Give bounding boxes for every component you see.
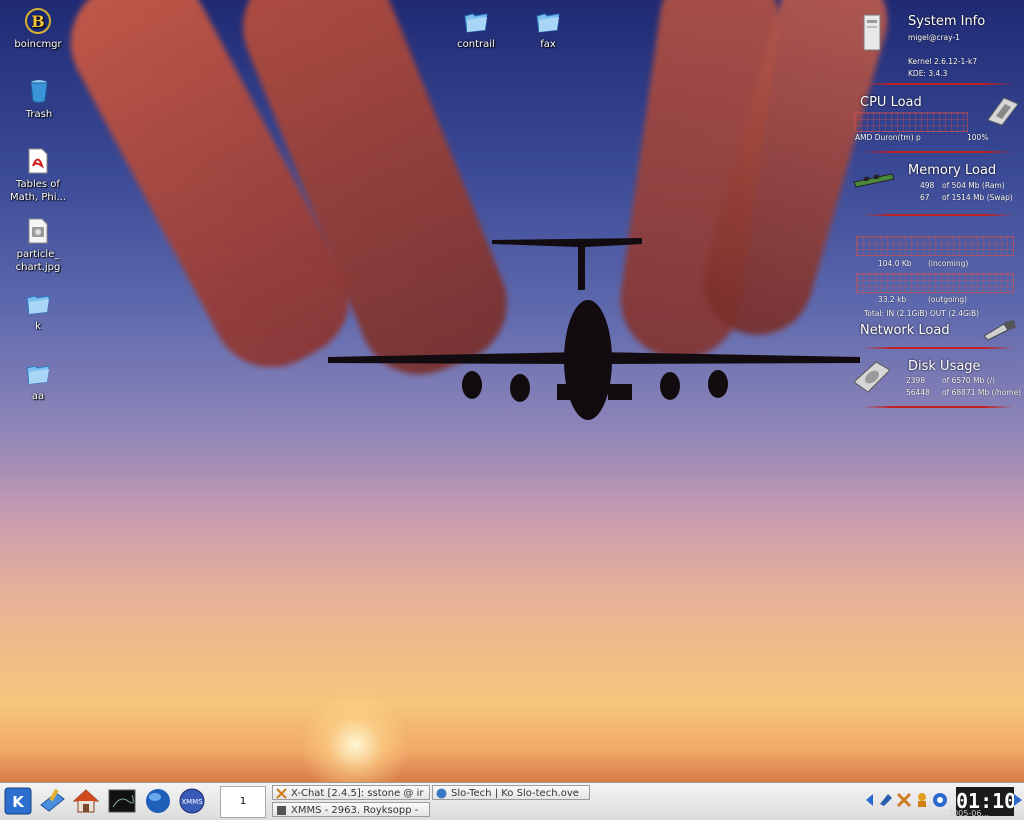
desktop-icon-label: k: [35, 321, 41, 332]
sysinfo-user: migel@cray-1: [908, 33, 960, 42]
task-label: Slo-Tech | Ko Slo-tech.ove: [451, 788, 579, 799]
klipper-icon[interactable]: [878, 792, 894, 808]
network-incoming-graph: [856, 236, 1014, 256]
memory-module-icon: [853, 173, 895, 188]
task-slotech[interactable]: Slo-Tech | Ko Slo-tech.ove: [432, 785, 590, 800]
svg-text:K: K: [12, 793, 25, 811]
task-label: X-Chat [2.4.5]: sstone @ ir: [291, 788, 424, 799]
network-plug-icon: [983, 320, 1016, 341]
desktop-icon-folder-contrail[interactable]: contrail: [440, 8, 512, 51]
disk-home-used: 56448: [906, 388, 930, 397]
boinc-icon: B: [25, 8, 51, 34]
cpu-chip-icon: [987, 97, 1019, 126]
airplane-silhouette: [328, 238, 860, 420]
desktop-pager[interactable]: 1: [220, 786, 266, 818]
kde-taskbar: K XMMS 1 X-Chat [2.4.5]: sstone @ ir Slo…: [0, 782, 1024, 820]
hard-disk-icon: [853, 361, 891, 393]
web-browser-icon[interactable]: [144, 787, 172, 815]
divider: [862, 406, 1014, 408]
desktop-icon-label: Trash: [25, 109, 53, 120]
xchat-icon: [276, 788, 287, 799]
folder-icon: [26, 295, 50, 315]
desktop-icon-folder-aa[interactable]: aa: [2, 360, 74, 403]
folder-icon: [464, 13, 488, 33]
home-icon[interactable]: [72, 787, 100, 815]
divider: [862, 347, 1014, 349]
desktop-icon-particle-chart[interactable]: particle_ chart.jpg: [2, 218, 74, 274]
memory-swap-used: 67: [920, 193, 930, 202]
cpu-load-graph: [854, 112, 968, 132]
memory-swap-total: of 1514 Mb (Swap): [942, 193, 1013, 202]
sysinfo-kde: KDE: 3.4.3: [908, 69, 948, 78]
cpu-title: CPU Load: [860, 95, 922, 110]
network-title: Network Load: [860, 323, 950, 338]
task-xchat[interactable]: X-Chat [2.4.5]: sstone @ ir: [272, 785, 430, 800]
disk-root-total: of 6570 Mb (/): [942, 376, 996, 385]
kde-menu-icon[interactable]: K: [4, 787, 32, 815]
desktop-icon-label: particle_ chart.jpg: [15, 249, 61, 273]
desktop-icon-label: fax: [540, 39, 556, 50]
folder-icon: [536, 13, 560, 33]
terminal-icon[interactable]: [108, 787, 136, 815]
clock-date: 2005-06...: [948, 809, 990, 818]
computer-tower-icon: [863, 14, 881, 51]
task-xmms[interactable]: XMMS - 2963. Royksopp -: [272, 802, 430, 817]
task-label: XMMS - 2963. Royksopp -: [291, 805, 419, 816]
desktop-icon-tables-pdf[interactable]: Tables of Math, Phi...: [2, 148, 74, 204]
folder-icon: [26, 365, 50, 385]
net-incoming-value: 104.0 Kb: [878, 259, 912, 268]
net-incoming-label: (incoming): [928, 259, 969, 268]
memory-ram-used: 498: [920, 181, 935, 190]
desktop-icon-folder-fax[interactable]: fax: [512, 8, 584, 51]
desktop-wallpaper: B boincmgr Trash Tables of Math, Phi... …: [0, 0, 1024, 782]
net-outgoing-value: 33.2 kb: [878, 295, 907, 304]
desktop-icon-boincmgr[interactable]: B boincmgr: [2, 8, 74, 51]
svg-text:B: B: [31, 12, 45, 31]
desktop-icon-label: boincmgr: [14, 39, 62, 50]
svg-text:XMMS: XMMS: [181, 798, 203, 806]
xmms-icon[interactable]: XMMS: [178, 787, 206, 815]
desktop-icon-label: Tables of Math, Phi...: [9, 179, 67, 203]
right-arrow-icon[interactable]: [1012, 792, 1024, 808]
network-tray-icon[interactable]: [932, 792, 948, 808]
desktop-icon-folder-k[interactable]: k: [2, 290, 74, 333]
net-totals: Total: IN (2.1GiB) OUT (2.4GiB): [864, 309, 980, 318]
net-outgoing-label: (outgoing): [928, 295, 968, 304]
desktop-icon-label: aa: [31, 391, 45, 402]
pdf-file-icon: [28, 148, 48, 174]
system-monitor-widget: System Info migel@cray-1 Kernel 2.6.12-1…: [846, 0, 1024, 420]
desktop-show-icon[interactable]: [38, 787, 66, 815]
divider: [862, 151, 1014, 153]
disk-root-used: 2398: [906, 376, 926, 385]
memory-title: Memory Load: [908, 163, 997, 178]
browser-globe-icon: [436, 788, 447, 799]
disk-home-total: of 68871 Mb (/home): [942, 388, 1022, 397]
desktop-icon-trash[interactable]: Trash: [3, 78, 75, 121]
desktop-icon-label: contrail: [457, 39, 495, 50]
trash-icon: [30, 80, 48, 103]
divider: [862, 83, 1014, 85]
sysinfo-kernel: Kernel 2.6.12-1-k7: [908, 57, 978, 66]
network-outgoing-graph: [856, 273, 1014, 293]
xmms-task-icon: [277, 806, 286, 815]
memory-ram-total: of 504 Mb (Ram): [942, 181, 1005, 190]
sun-glow: [300, 690, 410, 782]
image-file-icon: [28, 218, 48, 244]
xchat-tray-icon[interactable]: [896, 792, 912, 808]
user-status-icon[interactable]: [914, 792, 930, 808]
divider: [862, 214, 1014, 216]
left-arrow-icon[interactable]: [862, 792, 878, 808]
sysinfo-title: System Info: [908, 14, 986, 29]
cpu-percent: 100%: [967, 133, 989, 142]
cpu-name: AMD Duron(tm) p: [855, 133, 921, 142]
disk-title: Disk Usage: [908, 359, 981, 374]
